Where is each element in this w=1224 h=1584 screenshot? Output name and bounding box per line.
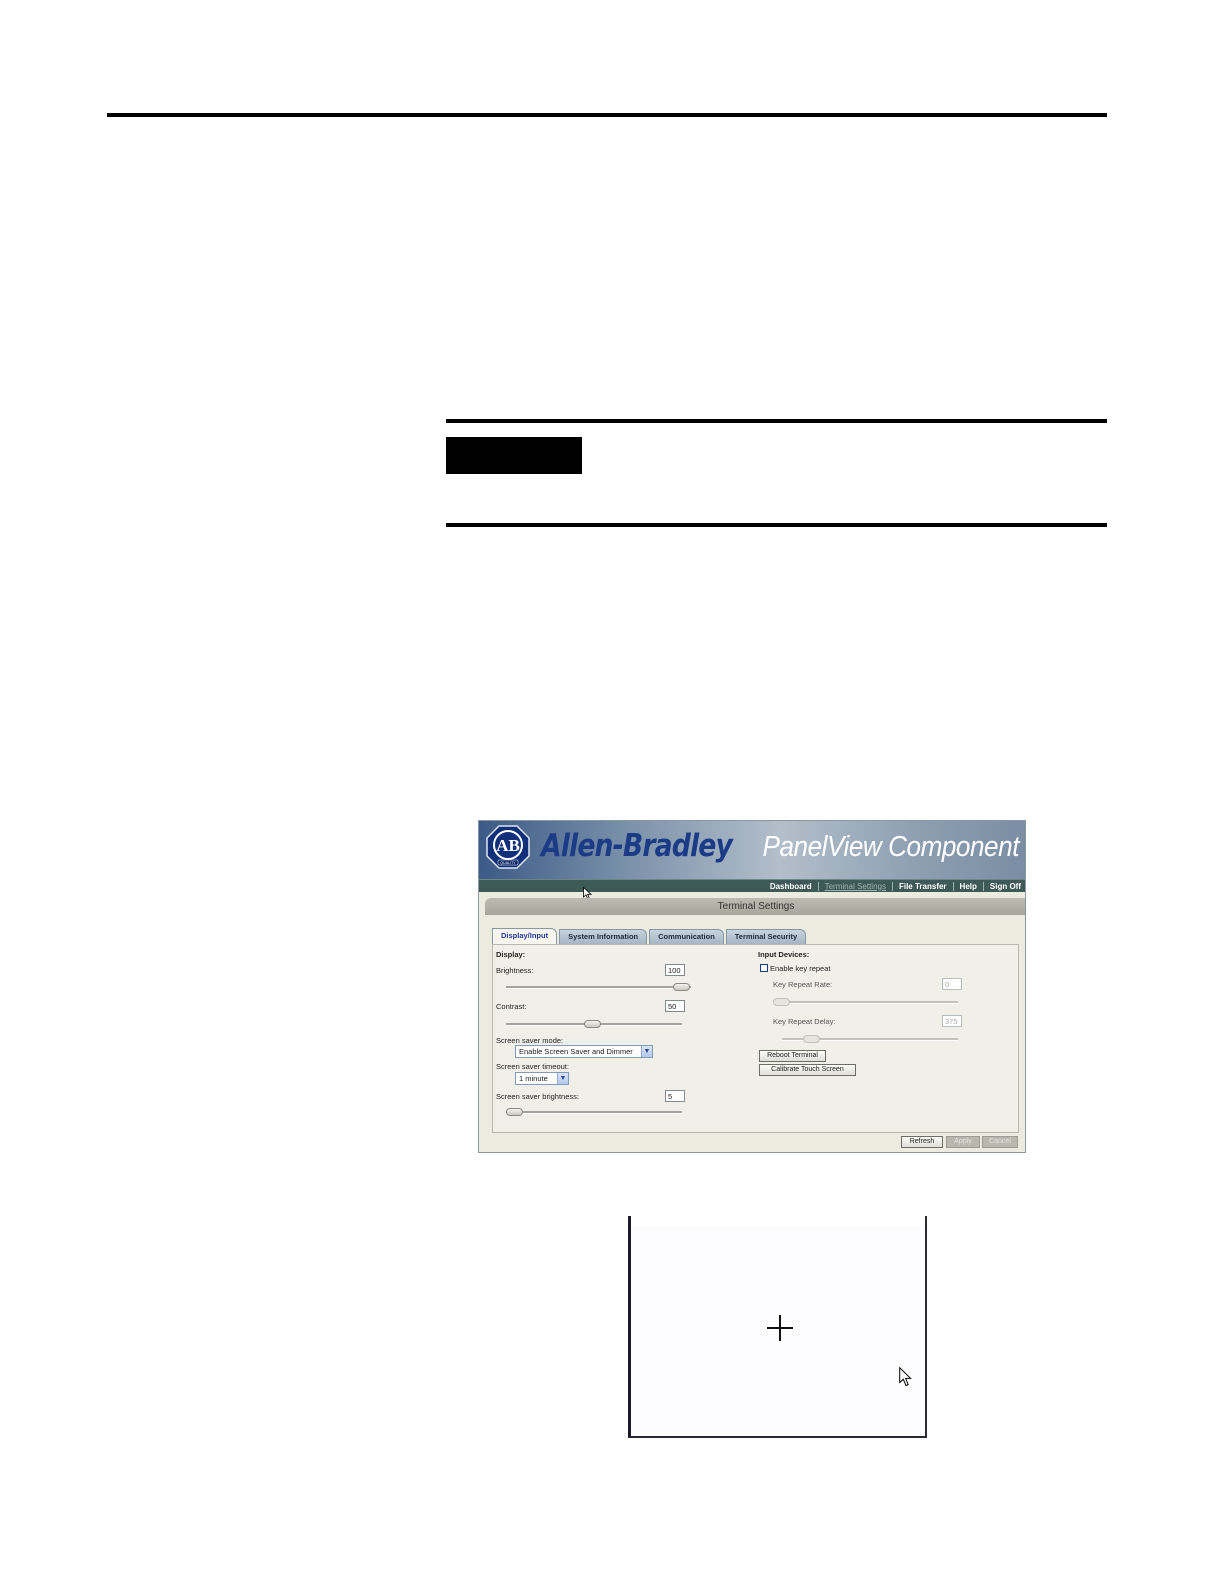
tab-communication[interactable]: Communication — [649, 929, 724, 944]
screen-saver-mode-value: Enable Screen Saver and Dimmer — [519, 1047, 633, 1056]
chevron-down-icon[interactable]: ▼ — [641, 1046, 652, 1057]
calibration-screen — [628, 1216, 927, 1438]
callout-top-rule — [446, 419, 1107, 423]
screen-saver-brightness-slider-track[interactable] — [506, 1111, 682, 1114]
top-rule — [107, 113, 1107, 117]
contrast-label: Contrast: — [496, 1002, 527, 1011]
screen-saver-brightness-input[interactable]: 5 — [665, 1090, 685, 1102]
allen-bradley-logo: AB QUALITY — [486, 825, 530, 869]
key-repeat-rate-slider-thumb[interactable] — [773, 998, 790, 1006]
tab-display-input[interactable]: Display/Input — [492, 928, 558, 944]
nav-terminal-settings[interactable]: Terminal Settings — [817, 881, 892, 891]
key-repeat-label: Enable key repeat — [770, 964, 831, 973]
terminal-settings-panel: Terminal Settings Display/Input System I… — [485, 898, 1025, 1152]
tab-terminal-security[interactable]: Terminal Security — [725, 929, 807, 944]
contrast-slider-thumb[interactable] — [584, 1020, 601, 1028]
key-repeat-rate-label: Key Repeat Rate: — [773, 980, 833, 989]
input-devices-heading: Input Devices: — [758, 950, 810, 959]
screen-saver-brightness-label: Screen saver brightness: — [496, 1092, 579, 1101]
key-repeat-delay-label: Key Repeat Delay: — [773, 1017, 836, 1026]
nav-dashboard[interactable]: Dashboard — [764, 882, 818, 891]
mouse-cursor-icon — [899, 1367, 912, 1387]
logo-text: AB — [496, 836, 520, 855]
cancel-button[interactable]: Cancel — [982, 1136, 1018, 1148]
key-repeat-checkbox[interactable] — [760, 964, 768, 972]
contrast-input[interactable]: 50 — [665, 1000, 685, 1012]
product-name: PanelView Component — [762, 831, 1020, 863]
screen-saver-brightness-slider-thumb[interactable] — [506, 1108, 523, 1116]
nav-sign-off[interactable]: Sign Off — [982, 881, 1025, 891]
key-repeat-rate-slider-track[interactable] — [773, 1001, 958, 1004]
screen-saver-timeout-value: 1 minute — [519, 1074, 548, 1083]
callout-bottom-rule — [446, 523, 1107, 527]
brand-name: Allen-Bradley — [541, 828, 733, 864]
callout-tag — [446, 437, 582, 474]
key-repeat-delay-slider-thumb[interactable] — [803, 1035, 820, 1043]
nav-menu: Dashboard Terminal Settings File Transfe… — [764, 880, 1025, 892]
apply-button[interactable]: Apply — [946, 1136, 980, 1148]
refresh-button[interactable]: Refresh — [901, 1136, 943, 1148]
nav-bar: Dashboard Terminal Settings File Transfe… — [479, 879, 1025, 892]
brightness-slider-thumb[interactable] — [673, 983, 690, 991]
nav-file-transfer[interactable]: File Transfer — [891, 881, 953, 891]
calibrate-touch-screen-button[interactable]: Calibrate Touch Screen — [759, 1064, 856, 1076]
settings-tabs: Display/Input System Information Communi… — [492, 928, 808, 944]
nav-help[interactable]: Help — [952, 881, 983, 891]
header-banner: AB QUALITY Allen-Bradley PanelView Compo… — [479, 821, 1025, 879]
brightness-slider-track[interactable] — [506, 986, 691, 989]
panel-title: Terminal Settings — [485, 898, 1025, 915]
panelview-screenshot: AB QUALITY Allen-Bradley PanelView Compo… — [478, 820, 1026, 1153]
calibration-top-band — [631, 1216, 925, 1226]
tab-system-information[interactable]: System Information — [559, 929, 648, 944]
screen-saver-mode-label: Screen saver mode: — [496, 1036, 564, 1045]
display-heading: Display: — [496, 950, 526, 959]
tab-content: Display: Brightness: 100 Contrast: 50 Sc… — [492, 944, 1019, 1133]
key-repeat-rate-input[interactable]: 0 — [942, 978, 962, 990]
chevron-down-icon[interactable]: ▼ — [557, 1073, 568, 1084]
crosshair-icon[interactable] — [779, 1315, 781, 1341]
screen-saver-timeout-select[interactable]: 1 minute ▼ — [515, 1072, 569, 1085]
key-repeat-delay-input[interactable]: 375 — [942, 1015, 962, 1027]
screen-saver-mode-select[interactable]: Enable Screen Saver and Dimmer ▼ — [515, 1045, 653, 1058]
screen-saver-timeout-label: Screen saver timeout: — [496, 1062, 569, 1071]
reboot-terminal-button[interactable]: Reboot Terminal — [759, 1050, 826, 1062]
brightness-label: Brightness: — [496, 966, 534, 975]
brightness-input[interactable]: 100 — [665, 964, 685, 976]
logo-subtext: QUALITY — [500, 861, 516, 865]
